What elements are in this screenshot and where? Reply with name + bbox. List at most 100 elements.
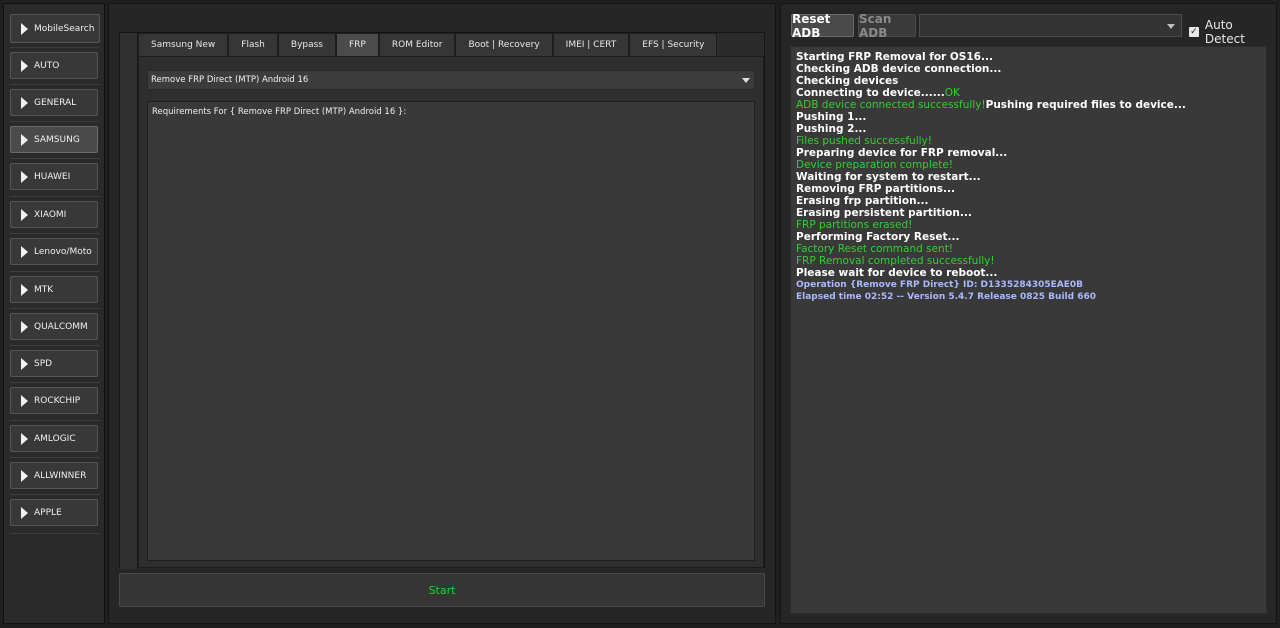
auto-detect-toggle[interactable]: ✓ Auto Detect bbox=[1189, 18, 1276, 46]
sidebar-item-mtk[interactable]: MTK bbox=[10, 276, 98, 303]
log-segment: Erasing persistent partition... bbox=[796, 207, 972, 219]
play-arrow-icon bbox=[21, 59, 28, 72]
auto-detect-label: Auto Detect bbox=[1204, 18, 1245, 46]
requirements-textarea[interactable]: Requirements For { Remove FRP Direct (MT… bbox=[147, 101, 755, 561]
tab-bar: Samsung New Flash Bypass FRP ROM Editor Boot … bbox=[138, 33, 718, 56]
sidebar-item-label: ALLWINNER bbox=[34, 470, 87, 481]
sidebar-item-mobilesearch[interactable]: MobileSearch bbox=[10, 14, 100, 43]
sidebar-divider bbox=[10, 420, 100, 421]
sidebar-divider bbox=[10, 494, 100, 495]
sidebar-item-label: ROCKCHIP bbox=[34, 395, 81, 406]
scan-adb-button[interactable]: Scan ADB bbox=[858, 12, 916, 40]
tab-flash[interactable]: Flash bbox=[228, 33, 278, 56]
sidebar-item-label: QUALCOMM bbox=[34, 321, 88, 332]
tab-frp[interactable]: FRP bbox=[336, 33, 379, 56]
log-segment: Operation {Remove FRP Direct} ID: D13352… bbox=[796, 280, 1084, 290]
checkbox-checked-icon[interactable]: ✓ bbox=[1189, 27, 1199, 37]
start-button[interactable]: Start bbox=[119, 573, 765, 607]
log-line: Checking devices bbox=[796, 75, 1261, 87]
requirements-text: Requirements For { Remove FRP Direct (MT… bbox=[152, 107, 407, 117]
log-panel: Reset ADB Scan ADB ✓ Auto Detect Startin… bbox=[780, 3, 1277, 624]
sidebar-item-label: SPD bbox=[34, 358, 53, 369]
play-arrow-icon bbox=[21, 283, 28, 296]
play-arrow-icon bbox=[21, 432, 28, 445]
sidebar-divider bbox=[10, 271, 100, 272]
log-segment: Please wait for device to reboot... bbox=[796, 267, 998, 279]
log-segment: FRP Removal completed successfully! bbox=[796, 255, 995, 267]
log-segment: Factory Reset command sent! bbox=[796, 243, 954, 255]
log-line: Removing FRP partitions... bbox=[796, 183, 1261, 195]
sidebar-item-spd[interactable]: SPD bbox=[10, 350, 98, 377]
operation-select[interactable]: Remove FRP Direct (MTP) Android 16 bbox=[147, 70, 755, 90]
log-line: Erasing persistent partition... bbox=[796, 207, 1261, 219]
log-segment: Erasing frp partition... bbox=[796, 195, 929, 207]
sidebar-item-samsung[interactable]: SAMSUNG bbox=[10, 126, 98, 153]
tab-rom-editor[interactable]: ROM Editor bbox=[378, 33, 456, 56]
log-output[interactable]: Starting FRP Removal for OS16... Checking… bbox=[790, 46, 1267, 614]
sidebar-divider bbox=[10, 457, 100, 458]
sidebar-item-label: AMLOGIC bbox=[34, 433, 76, 444]
log-line: FRP Removal completed successfully! bbox=[796, 255, 1261, 267]
log-line: Pushing 2... bbox=[796, 123, 1261, 135]
log-segment: Performing Factory Reset... bbox=[796, 231, 960, 243]
sidebar-divider bbox=[10, 121, 100, 122]
play-arrow-icon bbox=[21, 133, 28, 146]
log-segment: FRP partitions erased! bbox=[796, 219, 913, 231]
log-segment: ADB device connected successfully! bbox=[796, 99, 986, 111]
tab-imei-cert[interactable]: IMEI | CERT bbox=[552, 33, 630, 56]
chevron-down-icon[interactable] bbox=[742, 78, 750, 83]
sidebar-item-amlogic[interactable]: AMLOGIC bbox=[10, 425, 98, 452]
sidebar-item-qualcomm[interactable]: QUALCOMM bbox=[10, 313, 98, 340]
log-line: Please wait for device to reboot... bbox=[796, 267, 1261, 279]
log-segment: Files pushed successfully! bbox=[796, 135, 932, 147]
sidebar-item-xiaomi[interactable]: XIAOMI bbox=[10, 201, 98, 228]
sidebar-item-label: GENERAL bbox=[34, 97, 77, 108]
sidebar-item-allwinner[interactable]: ALLWINNER bbox=[10, 462, 98, 489]
play-arrow-icon bbox=[21, 22, 28, 35]
log-segment: Checking devices bbox=[796, 75, 899, 87]
log-line: FRP partitions erased! bbox=[796, 219, 1261, 231]
log-segment: Pushing 1... bbox=[796, 111, 867, 123]
log-line: Device preparation complete! bbox=[796, 159, 1261, 171]
log-line: Connecting to device......OK bbox=[796, 87, 1261, 99]
log-line: Operation {Remove FRP Direct} ID: D13352… bbox=[796, 279, 1261, 291]
log-segment: Preparing device for FRP removal... bbox=[796, 147, 1008, 159]
sidebar-item-label: MobileSearch bbox=[34, 23, 95, 34]
sidebar-item-general[interactable]: GENERAL bbox=[10, 89, 98, 116]
sidebar-item-label: AUTO bbox=[34, 60, 60, 71]
log-segment: Elapsed time 02:52 -- Version 5.4.7 Rele… bbox=[796, 292, 1096, 302]
log-line: Starting FRP Removal for OS16... bbox=[796, 51, 1261, 63]
log-segment: OK bbox=[944, 87, 960, 99]
tab-samsung-new[interactable]: Samsung New bbox=[138, 33, 229, 56]
left-gutter bbox=[120, 33, 138, 569]
log-line: Erasing frp partition... bbox=[796, 195, 1261, 207]
reset-adb-button[interactable]: Reset ADB bbox=[791, 12, 854, 40]
tab-efs-security[interactable]: EFS | Security bbox=[629, 33, 718, 56]
log-segment: Checking ADB device connection... bbox=[796, 63, 1002, 75]
sidebar-item-apple[interactable]: APPLE bbox=[10, 499, 98, 526]
play-arrow-icon bbox=[21, 170, 28, 183]
sidebar-item-huawei[interactable]: HUAWEI bbox=[10, 163, 98, 190]
sidebar: MobileSearch AUTO GENERAL SAMSUNG HUAWEI XIAO… bbox=[3, 3, 105, 624]
log-segment: Waiting for system to restart... bbox=[796, 171, 981, 183]
port-select[interactable] bbox=[919, 14, 1182, 37]
log-segment: Device preparation complete! bbox=[796, 159, 954, 171]
play-arrow-icon bbox=[21, 394, 28, 407]
log-segment: Pushing 2... bbox=[796, 123, 867, 135]
sidebar-divider bbox=[10, 84, 100, 85]
play-arrow-icon bbox=[21, 96, 28, 109]
main-panel: Samsung New Flash Bypass FRP ROM Editor Boot … bbox=[108, 3, 776, 624]
log-segment: Connecting to device...... bbox=[796, 87, 945, 99]
sidebar-divider bbox=[10, 345, 100, 346]
sidebar-divider bbox=[10, 233, 100, 234]
play-arrow-icon bbox=[21, 320, 28, 333]
play-arrow-icon bbox=[21, 506, 28, 519]
sidebar-item-lenovo-moto[interactable]: Lenovo/Moto bbox=[10, 238, 98, 265]
log-segment: Starting FRP Removal for OS16... bbox=[796, 51, 993, 63]
tab-bypass[interactable]: Bypass bbox=[277, 33, 336, 56]
sidebar-item-rockchip[interactable]: ROCKCHIP bbox=[10, 387, 98, 414]
log-line: Files pushed successfully! bbox=[796, 135, 1261, 147]
tab-boot-recovery[interactable]: Boot | Recovery bbox=[455, 33, 553, 56]
chevron-down-icon[interactable] bbox=[1167, 24, 1175, 29]
sidebar-item-auto[interactable]: AUTO bbox=[10, 52, 98, 79]
